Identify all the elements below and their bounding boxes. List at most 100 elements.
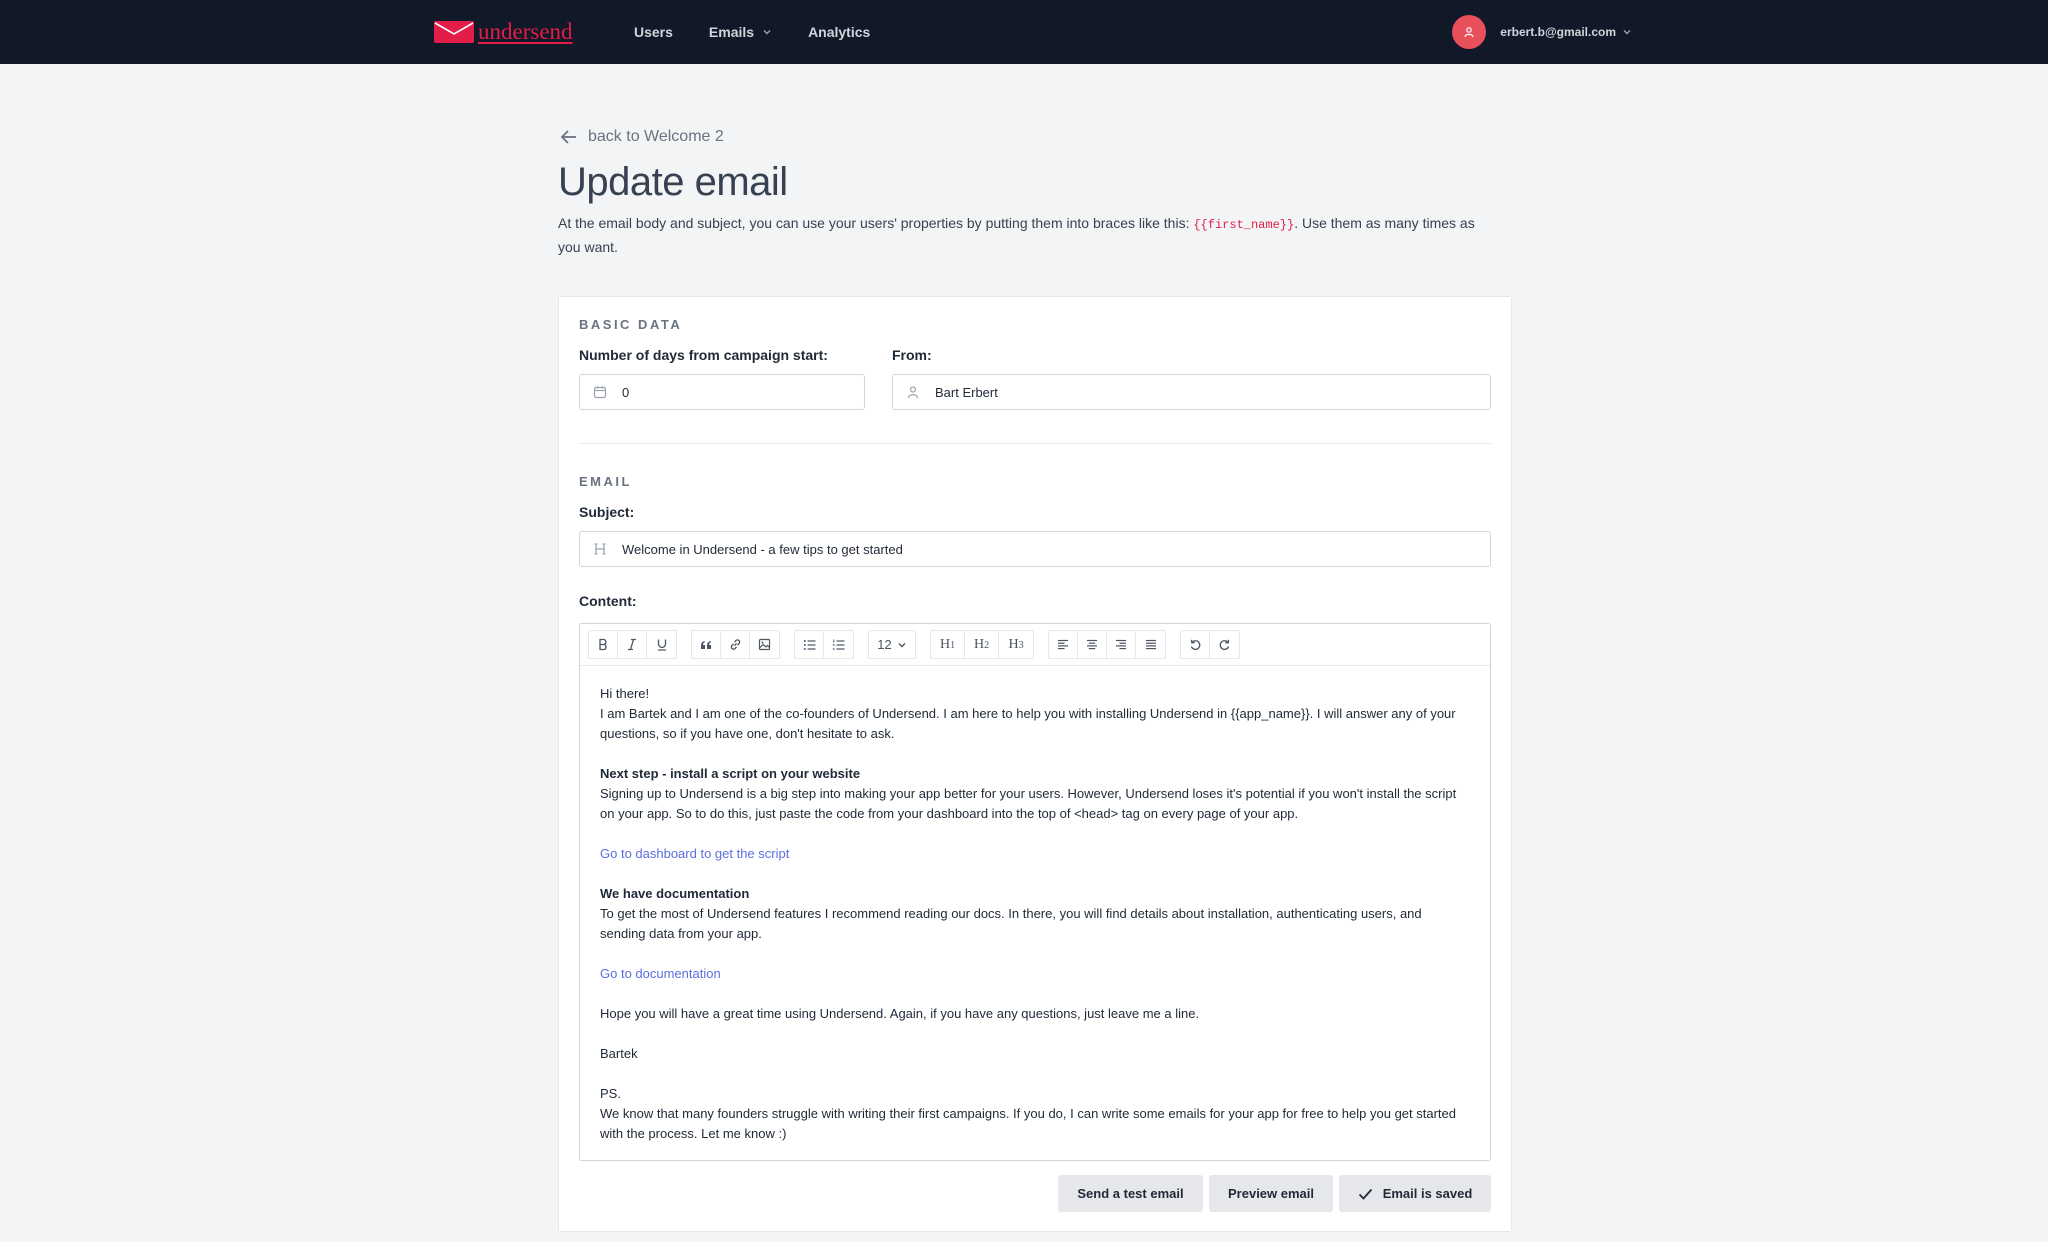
undersend-logo[interactable]: undersend xyxy=(434,18,573,46)
nav-analytics[interactable]: Analytics xyxy=(808,24,870,40)
link-button[interactable] xyxy=(721,631,750,658)
email-saved-label: Email is saved xyxy=(1382,1186,1473,1201)
body-ps: PS. We know that many founders struggle … xyxy=(600,1084,1470,1144)
heading-1-button[interactable]: H1 xyxy=(931,631,965,658)
from-value: Bart Erbert xyxy=(935,384,998,400)
days-input[interactable]: 0 xyxy=(579,374,865,410)
bold-button[interactable] xyxy=(589,631,618,658)
align-right-button[interactable] xyxy=(1107,631,1136,658)
italic-button[interactable] xyxy=(618,631,647,658)
placeholder-example: {{first_name}} xyxy=(1193,218,1295,232)
back-link[interactable]: back to Welcome 2 xyxy=(560,128,724,146)
align-justify-icon xyxy=(1145,639,1156,650)
subject-label: Subject: xyxy=(579,504,635,520)
heading-2-icon: H2 xyxy=(973,636,990,652)
nav-users[interactable]: Users xyxy=(634,24,673,40)
blockquote-button[interactable] xyxy=(692,631,721,658)
top-navbar: undersend Users Emails Analytics erbert.… xyxy=(0,0,2048,64)
numbered-list-button[interactable] xyxy=(824,631,853,658)
body-ps-label: PS. xyxy=(600,1086,621,1101)
from-input[interactable]: Bart Erbert xyxy=(892,374,1491,410)
user-menu[interactable]: erbert.b@gmail.com xyxy=(1452,15,1632,49)
dashboard-link[interactable]: Go to dashboard to get the script xyxy=(600,846,789,861)
redo-icon xyxy=(1219,639,1230,650)
body-intro: I am Bartek and I am one of the co-found… xyxy=(600,706,1456,741)
logo-text: undersend xyxy=(478,19,573,44)
underline-button[interactable] xyxy=(647,631,676,658)
body-closing: Hope you will have a great time using Un… xyxy=(600,1006,1200,1021)
image-button[interactable] xyxy=(750,631,779,658)
body-opening: Hi there! I am Bartek and I am one of th… xyxy=(600,684,1470,744)
heading-group: H1 H2 H3 xyxy=(930,630,1034,659)
insert-group xyxy=(691,630,780,659)
italic-icon xyxy=(628,638,636,651)
editor-content[interactable]: Hi there! I am Bartek and I am one of th… xyxy=(580,666,1490,1182)
heading-icon xyxy=(592,541,608,557)
user-email: erbert.b@gmail.com xyxy=(1500,25,1616,39)
image-icon xyxy=(758,638,771,651)
avatar xyxy=(1452,15,1487,49)
preview-email-label: Preview email xyxy=(1228,1186,1314,1201)
body-greeting: Hi there! xyxy=(600,686,650,701)
body-signature: Bartek xyxy=(600,1046,638,1061)
email-heading: EMAIL xyxy=(579,474,632,489)
bullet-list-icon xyxy=(803,639,815,650)
body-docs-section: We have documentation To get the most of… xyxy=(600,884,1470,944)
align-left-icon xyxy=(1058,639,1068,650)
font-size-value: 12 xyxy=(877,637,892,652)
chevron-down-icon xyxy=(1623,30,1631,35)
history-group xyxy=(1180,630,1240,659)
undo-button[interactable] xyxy=(1181,631,1210,658)
bullet-list-button[interactable] xyxy=(795,631,824,658)
email-saved-button[interactable]: Email is saved xyxy=(1339,1175,1491,1212)
nav-emails[interactable]: Emails xyxy=(709,24,772,40)
content-editor: 12 H1 H2 H3 Hi there! I am Bartek and I … xyxy=(579,623,1491,1161)
body-docs-heading: We have documentation xyxy=(600,886,750,901)
documentation-link[interactable]: Go to documentation xyxy=(600,966,721,981)
editor-toolbar: 12 H1 H2 H3 xyxy=(580,624,1490,666)
days-value: 0 xyxy=(622,384,630,400)
body-docs-link-para: Go to documentation xyxy=(600,964,1470,984)
body-step-section: Next step - install a script on your web… xyxy=(600,764,1470,824)
section-divider xyxy=(579,443,1491,444)
page-title: Update email xyxy=(558,160,788,204)
format-group xyxy=(588,630,677,659)
body-ps-text: We know that many founders struggle with… xyxy=(600,1106,1456,1141)
font-size-select[interactable]: 12 xyxy=(869,631,915,658)
send-test-email-button[interactable]: Send a test email xyxy=(1058,1175,1203,1212)
heading-3-button[interactable]: H3 xyxy=(999,631,1033,658)
arrow-left-icon xyxy=(560,130,576,144)
link-icon xyxy=(730,639,740,650)
back-link-label: back to Welcome 2 xyxy=(588,128,724,145)
font-size-group: 12 xyxy=(868,630,916,659)
main-nav: Users Emails Analytics xyxy=(634,0,906,64)
underline-icon xyxy=(657,639,666,651)
body-dashboard-link-para: Go to dashboard to get the script xyxy=(600,844,1470,864)
subject-value: Welcome in Undersend - a few tips to get… xyxy=(622,541,903,557)
align-group xyxy=(1048,630,1166,659)
align-center-icon xyxy=(1087,639,1097,650)
user-icon xyxy=(905,384,921,400)
chevron-down-icon xyxy=(898,642,906,647)
align-center-button[interactable] xyxy=(1078,631,1107,658)
align-justify-button[interactable] xyxy=(1136,631,1165,658)
content-label: Content: xyxy=(579,593,637,609)
email-form-card: BASIC DATA Number of days from campaign … xyxy=(558,296,1512,1232)
subject-input[interactable]: Welcome in Undersend - a few tips to get… xyxy=(579,531,1491,567)
heading-2-button[interactable]: H2 xyxy=(965,631,999,658)
body-step-text: Signing up to Undersend is a big step in… xyxy=(600,786,1457,821)
chevron-down-icon xyxy=(763,30,771,35)
nav-emails-label: Emails xyxy=(708,24,755,40)
redo-button[interactable] xyxy=(1210,631,1239,658)
envelope-icon xyxy=(434,21,474,43)
heading-3-icon: H3 xyxy=(1008,636,1024,652)
bold-icon xyxy=(599,638,607,651)
list-group xyxy=(794,630,854,659)
preview-email-button[interactable]: Preview email xyxy=(1209,1175,1333,1212)
align-left-button[interactable] xyxy=(1049,631,1078,658)
user-icon xyxy=(1464,27,1474,38)
body-step-heading: Next step - install a script on your web… xyxy=(600,766,861,781)
body-docs-text: To get the most of Undersend features I … xyxy=(600,906,1422,941)
check-icon xyxy=(1358,1188,1372,1200)
align-right-icon xyxy=(1116,639,1126,650)
